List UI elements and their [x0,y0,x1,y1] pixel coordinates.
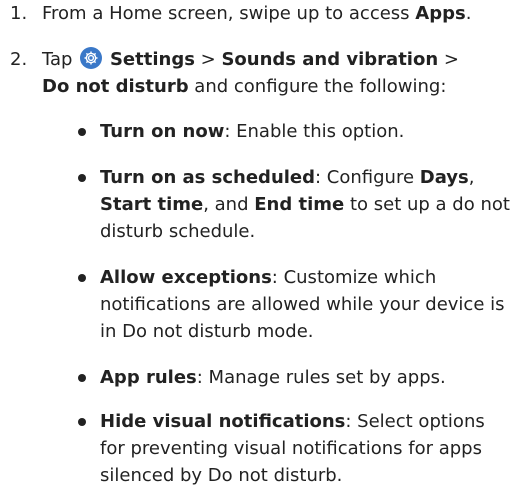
settings-gear-icon [80,47,103,69]
step-2: 2. Tap Settings > Sounds and vibration >… [0,46,512,104]
option-text: Allow exceptions: Customize which notifi… [100,264,512,345]
option-term: Turn on now [100,121,225,142]
step-1-prefix: From a Home screen, swipe up to access [42,3,416,24]
option-text: Hide visual notifications: Select option… [100,408,512,489]
option-text: Turn on now: Enable this option. [100,118,512,145]
option-description: : Manage rules set by apps. [196,367,446,388]
end-time-term: End time [254,194,345,215]
settings-term: Settings [109,49,195,70]
step-text: From a Home screen, swipe up to access A… [42,0,512,27]
option-text: App rules: Manage rules set by apps. [100,364,512,391]
option-term: Hide visual notifications [100,411,346,432]
option-term: App rules [100,367,197,388]
option-allow-exceptions: Allow exceptions: Customize which notifi… [0,264,512,348]
bullet-icon [78,174,86,182]
apps-term: Apps [415,3,466,24]
option-description: , [468,167,475,188]
option-turn-on-as-scheduled: Turn on as scheduled: Configure Days, Sta… [0,164,512,248]
option-term: Allow exceptions [100,267,272,288]
bullet-icon [78,418,86,426]
option-description: , and [203,194,255,215]
option-text: Turn on as scheduled: Configure Days, Sta… [100,164,512,245]
do-not-disturb-term: Do not disturb [42,76,189,97]
separator: > [194,49,222,70]
step-number: 1. [10,3,28,24]
option-hide-visual-notifications: Hide visual notifications: Select option… [0,408,512,492]
days-term: Days [419,167,469,188]
bullet-icon [78,374,86,382]
option-term: Turn on as scheduled [100,167,316,188]
instructions-document: 1. From a Home screen, swipe up to acces… [0,0,520,494]
step-number: 2. [10,49,28,70]
step-2-suffix: and configure the following: [188,76,447,97]
bullet-icon [78,274,86,282]
step-2-prefix: Tap [42,49,73,70]
bullet-icon [78,128,86,136]
sounds-vibration-term: Sounds and vibration [221,49,439,70]
start-time-term: Start time [100,194,204,215]
option-description: : Configure [315,167,420,188]
step-1-suffix: . [465,3,472,24]
option-description: : Enable this option. [224,121,405,142]
step-text: Tap Settings > Sounds and vibration > Do … [42,46,512,100]
separator: > [438,49,459,70]
